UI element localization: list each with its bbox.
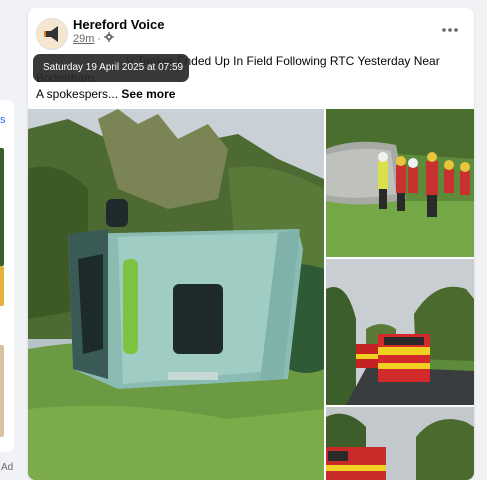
page-name[interactable]: Hereford Voice	[73, 17, 165, 32]
post-meta: 29m ·	[73, 32, 115, 45]
gear-icon	[104, 32, 115, 45]
fire-engine-close-photo[interactable]	[326, 407, 474, 480]
ad-label: Ad	[1, 462, 14, 473]
left-thumb-2[interactable]	[0, 266, 4, 306]
left-thumb-3[interactable]	[0, 345, 4, 437]
timestamp-tooltip: Saturday 19 April 2025 at 07:59	[33, 54, 189, 82]
see-more-link[interactable]: See more	[121, 87, 175, 101]
overturned-tanker-photo[interactable]	[28, 109, 324, 480]
photo-grid	[28, 109, 474, 480]
separator-dot: ·	[97, 32, 102, 45]
post-card: Hereford Voice 29m · Saturday 19 April 2…	[28, 8, 474, 480]
left-partial-text[interactable]: s	[0, 114, 6, 126]
post-excerpt: A spokespers... See more	[36, 87, 175, 101]
firefighters-photo[interactable]	[326, 109, 474, 257]
excerpt-text: A spokespers...	[36, 87, 119, 101]
more-options-icon[interactable]	[440, 22, 460, 32]
post-time[interactable]: 29m	[73, 33, 94, 45]
fire-engine-road-photo[interactable]	[326, 259, 474, 405]
page-avatar[interactable]	[36, 18, 68, 50]
left-thumb-1[interactable]	[0, 148, 4, 266]
